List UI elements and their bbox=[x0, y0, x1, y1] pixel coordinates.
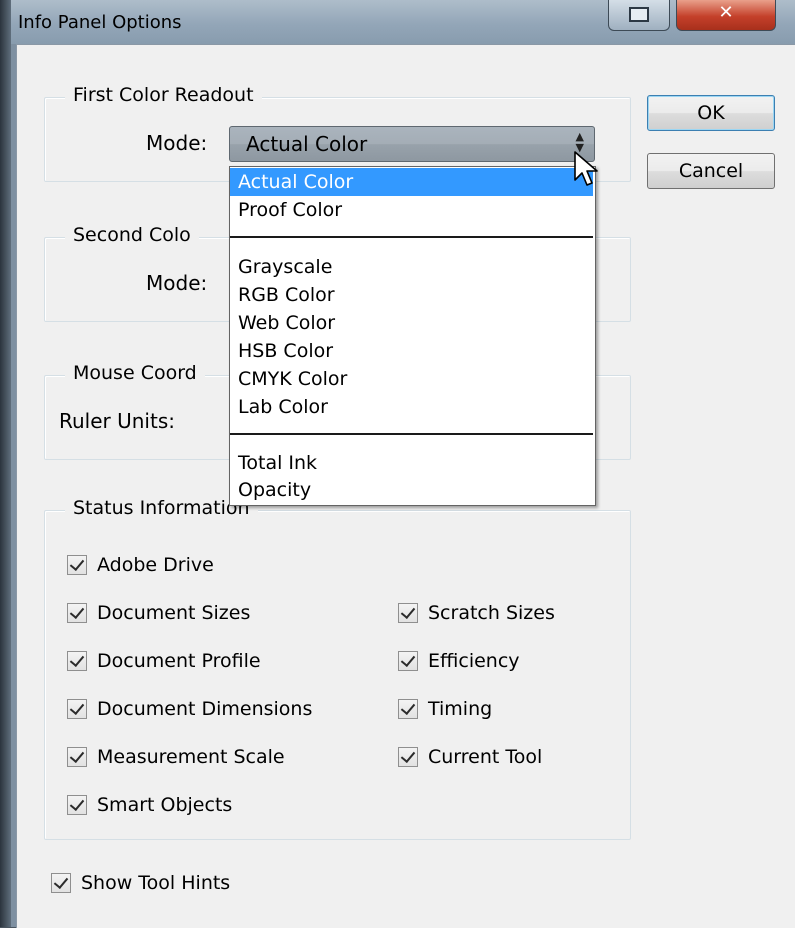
status-information-group: Status Information Adobe Drive Document … bbox=[44, 497, 631, 840]
menu-item-cmyk-color[interactable]: CMYK Color bbox=[230, 365, 593, 393]
checkmark-icon bbox=[400, 603, 416, 620]
checkbox-label: Timing bbox=[428, 698, 493, 720]
checkbox[interactable] bbox=[398, 603, 418, 623]
restore-icon bbox=[629, 7, 649, 22]
mouse-coordinates-legend: Mouse Coord bbox=[65, 362, 205, 384]
menu-item-hsb-color[interactable]: HSB Color bbox=[230, 337, 593, 365]
ruler-units-label: Ruler Units: bbox=[59, 409, 175, 433]
smart-objects-checkbox-row[interactable]: Smart Objects bbox=[67, 791, 232, 819]
mode-dropdown-list: Actual Color Proof Color Grayscale RGB C… bbox=[229, 166, 596, 506]
document-dimensions-checkbox-row[interactable]: Document Dimensions bbox=[67, 695, 312, 723]
first-color-readout-legend: First Color Readout bbox=[65, 84, 262, 106]
checkmark-icon bbox=[400, 651, 416, 668]
second-mode-label: Mode: bbox=[146, 271, 208, 295]
checkbox[interactable] bbox=[398, 651, 418, 671]
checkbox[interactable] bbox=[67, 555, 87, 575]
checkmark-icon bbox=[400, 747, 416, 764]
second-color-readout-legend: Second Colo bbox=[65, 224, 199, 246]
adobe-drive-checkbox-row[interactable]: Adobe Drive bbox=[67, 551, 214, 579]
checkbox-label: Smart Objects bbox=[97, 794, 233, 816]
checkbox[interactable] bbox=[67, 747, 87, 767]
checkmark-icon bbox=[69, 555, 85, 572]
mouse-cursor-icon bbox=[574, 151, 598, 186]
menu-item-lab-color[interactable]: Lab Color bbox=[230, 393, 593, 421]
checkbox[interactable] bbox=[51, 873, 71, 893]
ok-button[interactable]: OK bbox=[647, 95, 775, 131]
checkbox-label: Measurement Scale bbox=[97, 746, 285, 768]
menu-item-total-ink[interactable]: Total Ink bbox=[230, 449, 593, 477]
menu-item-grayscale[interactable]: Grayscale bbox=[230, 253, 593, 281]
checkbox[interactable] bbox=[67, 699, 87, 719]
menu-separator bbox=[230, 236, 593, 238]
checkmark-icon bbox=[69, 699, 85, 716]
checkbox-label: Adobe Drive bbox=[97, 554, 214, 576]
restore-button[interactable] bbox=[608, 0, 670, 31]
show-tool-hints-checkbox-row[interactable]: Show Tool Hints bbox=[51, 869, 230, 897]
checkbox[interactable] bbox=[398, 699, 418, 719]
window-title: Info Panel Options bbox=[18, 12, 182, 33]
menu-item-web-color[interactable]: Web Color bbox=[230, 309, 593, 337]
checkmark-icon bbox=[69, 795, 85, 812]
checkmark-icon bbox=[69, 603, 85, 620]
menu-separator bbox=[230, 433, 593, 435]
checkbox-label: Document Profile bbox=[97, 650, 261, 672]
checkbox-label: Document Sizes bbox=[97, 602, 251, 624]
checkmark-icon bbox=[69, 747, 85, 764]
document-profile-checkbox-row[interactable]: Document Profile bbox=[67, 647, 261, 675]
first-mode-value: Actual Color bbox=[246, 132, 368, 156]
menu-item-actual-color[interactable]: Actual Color bbox=[230, 168, 593, 196]
checkmark-icon bbox=[400, 699, 416, 716]
measurement-scale-checkbox-row[interactable]: Measurement Scale bbox=[67, 743, 285, 771]
current-tool-checkbox-row[interactable]: Current Tool bbox=[398, 743, 542, 771]
scratch-sizes-checkbox-row[interactable]: Scratch Sizes bbox=[398, 599, 555, 627]
checkmark-icon bbox=[53, 873, 69, 890]
document-sizes-checkbox-row[interactable]: Document Sizes bbox=[67, 599, 250, 627]
show-tool-hints-label: Show Tool Hints bbox=[81, 872, 231, 894]
first-mode-label: Mode: bbox=[146, 131, 208, 155]
timing-checkbox-row[interactable]: Timing bbox=[398, 695, 492, 723]
close-button[interactable]: ✕ bbox=[676, 0, 776, 31]
checkbox[interactable] bbox=[67, 603, 87, 623]
checkbox[interactable] bbox=[67, 795, 87, 815]
checkbox-label: Efficiency bbox=[428, 650, 520, 672]
close-icon: ✕ bbox=[718, 2, 734, 23]
title-bar[interactable]: Info Panel Options ✕ bbox=[0, 0, 795, 44]
checkbox[interactable] bbox=[398, 747, 418, 767]
checkbox-label: Scratch Sizes bbox=[428, 602, 555, 624]
checkmark-icon bbox=[69, 651, 85, 668]
dialog-window: Info Panel Options ✕ First Color Readout… bbox=[0, 0, 795, 928]
menu-item-rgb-color[interactable]: RGB Color bbox=[230, 281, 593, 309]
checkbox-label: Document Dimensions bbox=[97, 698, 313, 720]
window-edge bbox=[0, 0, 11, 927]
checkbox[interactable] bbox=[67, 651, 87, 671]
first-mode-dropdown[interactable]: Actual Color ▲ ▼ bbox=[229, 126, 595, 162]
menu-item-opacity[interactable]: Opacity bbox=[230, 476, 593, 504]
menu-item-proof-color[interactable]: Proof Color bbox=[230, 196, 593, 224]
checkbox-label: Current Tool bbox=[428, 746, 543, 768]
efficiency-checkbox-row[interactable]: Efficiency bbox=[398, 647, 520, 675]
cancel-button[interactable]: Cancel bbox=[647, 153, 775, 189]
